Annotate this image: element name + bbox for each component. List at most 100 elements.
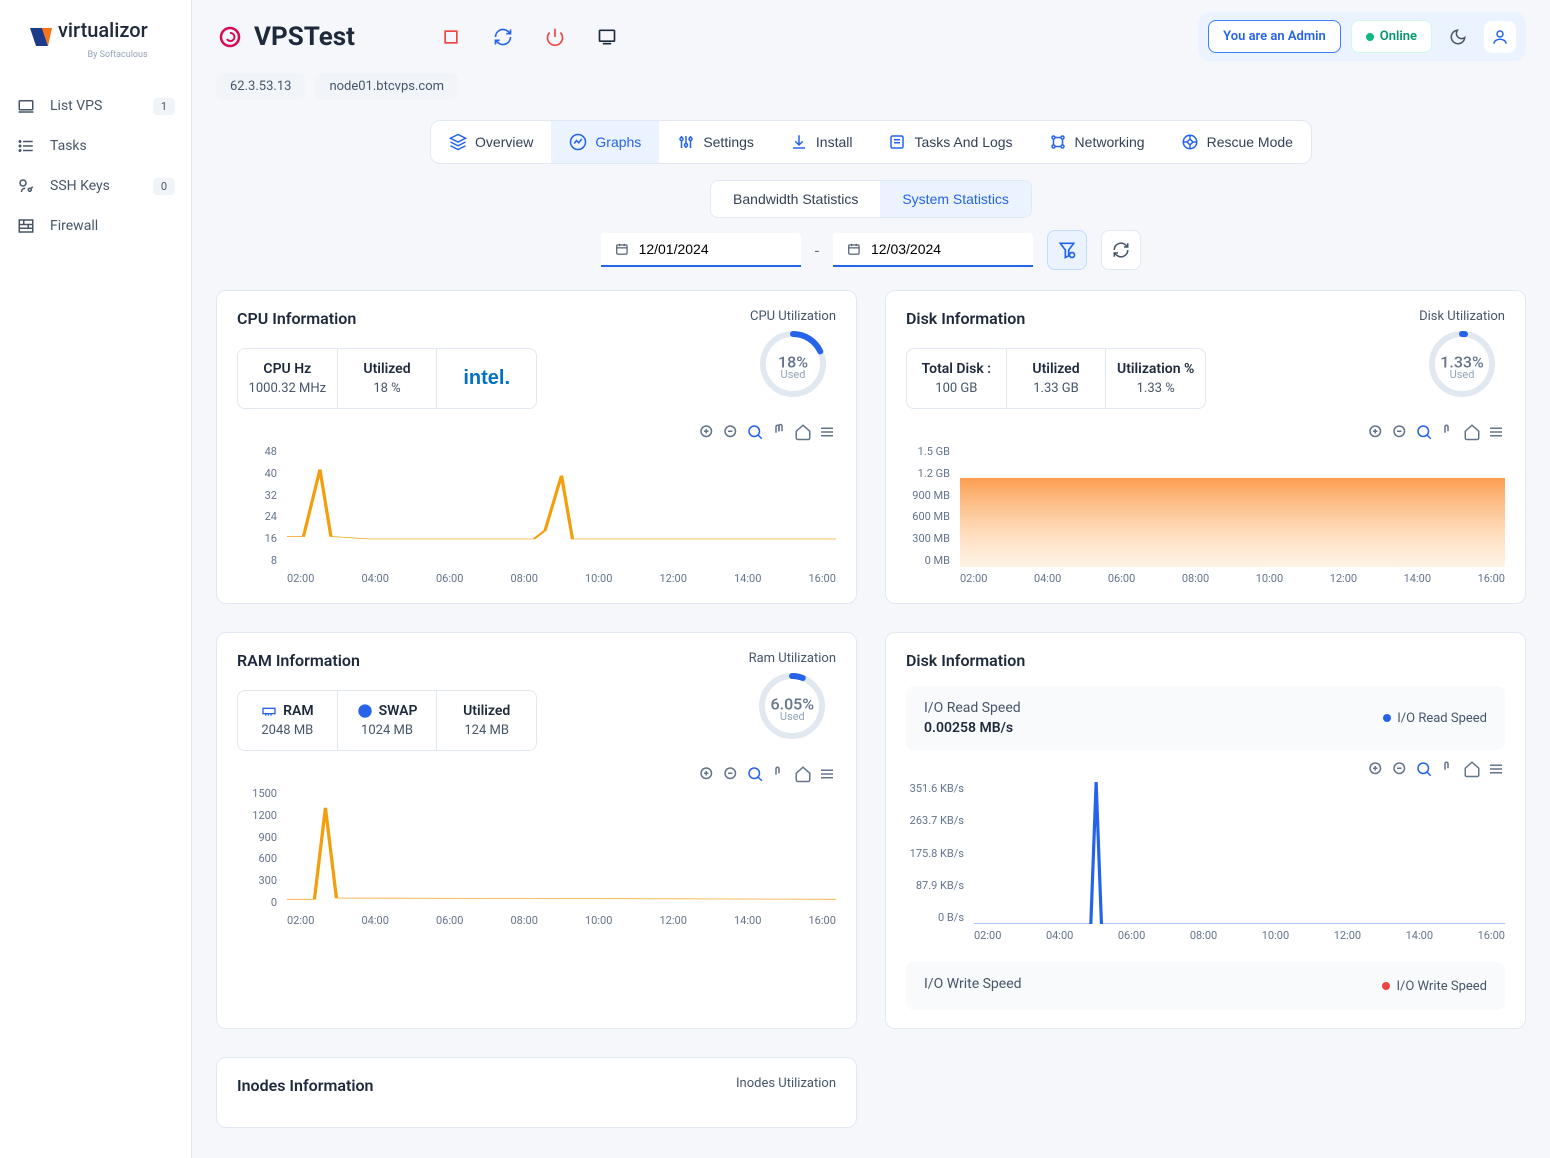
ram-chart: 150012009006003000 02:0004:0006:0008:001… (237, 787, 836, 927)
theme-toggle[interactable] (1442, 21, 1474, 53)
home-icon[interactable] (1463, 423, 1481, 441)
home-icon[interactable] (794, 765, 812, 783)
subtab-bandwidth[interactable]: Bandwidth Statistics (711, 181, 880, 217)
sidebar-item-ssh-keys[interactable]: SSH Keys 0 (0, 166, 191, 206)
disk-title: Disk Information (906, 309, 1206, 328)
zoom-icon[interactable] (746, 765, 764, 783)
card-inodes: Inodes Information Inodes Utilization (216, 1057, 857, 1128)
ram-title: RAM Information (237, 651, 537, 670)
nav-badge: 0 (153, 178, 175, 195)
crumb-ip[interactable]: 62.3.53.13 (216, 73, 305, 100)
card-disk: Disk Information Total Disk :100 GB Util… (885, 290, 1526, 604)
io-read-val: 0.00258 MB/s (924, 720, 1021, 736)
tab-tasks-logs[interactable]: Tasks And Logs (870, 121, 1030, 163)
date-from-field[interactable] (601, 233, 801, 267)
zoom-icon[interactable] (1415, 760, 1433, 778)
card-io: Disk Information I/O Read Speed 0.00258 … (885, 632, 1526, 1029)
nav: List VPS 1 Tasks SSH Keys 0 Firewall (0, 78, 191, 254)
online-text: Online (1380, 29, 1417, 44)
zoom-in-icon[interactable] (1367, 423, 1385, 441)
zoom-icon[interactable] (746, 423, 764, 441)
sidebar-item-firewall[interactable]: Firewall (0, 206, 191, 246)
pan-icon[interactable] (1439, 760, 1457, 778)
chart-tools (237, 423, 836, 441)
zoom-in-icon[interactable] (1367, 760, 1385, 778)
date-row: - (192, 230, 1550, 290)
zoom-out-icon[interactable] (1391, 760, 1409, 778)
card-cpu: CPU Information CPU Hz1000.32 MHz Utiliz… (216, 290, 857, 604)
admin-badge[interactable]: You are an Admin (1208, 20, 1341, 53)
nav-badge: 1 (153, 98, 175, 115)
menu-icon[interactable] (818, 765, 836, 783)
date-to-field[interactable] (833, 233, 1033, 267)
io-read-legend: I/O Read Speed (1383, 711, 1487, 726)
zoom-out-icon[interactable] (1391, 423, 1409, 441)
sidebar-item-tasks[interactable]: Tasks (0, 126, 191, 166)
online-dot-icon (1366, 33, 1374, 41)
logo-sub: By Softaculous (58, 50, 148, 60)
menu-icon[interactable] (1487, 760, 1505, 778)
tab-networking[interactable]: Networking (1031, 121, 1163, 163)
restart-button[interactable] (485, 19, 521, 55)
stop-button[interactable] (433, 19, 469, 55)
sidebar: virtualizor By Softaculous List VPS 1 Ta… (0, 0, 192, 1158)
tab-install[interactable]: Install (772, 121, 871, 163)
cpu-title: CPU Information (237, 309, 537, 328)
inodes-title: Inodes Information (237, 1076, 373, 1095)
home-icon[interactable] (794, 423, 812, 441)
io-title: Disk Information (906, 651, 1505, 670)
vps-title: VPSTest (254, 22, 355, 52)
console-button[interactable] (589, 19, 625, 55)
menu-icon[interactable] (1487, 423, 1505, 441)
zoom-out-icon[interactable] (722, 423, 740, 441)
tab-overview[interactable]: Overview (431, 121, 551, 163)
subtab-system[interactable]: System Statistics (880, 181, 1031, 217)
logo: virtualizor By Softaculous (0, 0, 191, 78)
content: CPU Information CPU Hz1000.32 MHz Utiliz… (192, 290, 1550, 1152)
action-icons (433, 19, 625, 55)
cpu-chart: 48403224168 02:0004:0006:0008:0010:0012:… (237, 445, 836, 585)
io-write-head: I/O Write Speed I/O Write Speed (906, 962, 1505, 1010)
chart-tools (237, 765, 836, 783)
zoom-out-icon[interactable] (722, 765, 740, 783)
pan-icon[interactable] (1439, 423, 1457, 441)
date-to-input[interactable] (871, 241, 1019, 257)
refresh-button[interactable] (1101, 230, 1141, 270)
date-dash: - (815, 241, 819, 260)
nav-label: Tasks (50, 138, 87, 154)
disk-gauge-label: Disk Utilization (1419, 309, 1505, 324)
zoom-in-icon[interactable] (698, 765, 716, 783)
power-button[interactable] (537, 19, 573, 55)
swap-icon (357, 703, 373, 719)
filter-button[interactable] (1047, 230, 1087, 270)
sidebar-item-list-vps[interactable]: List VPS 1 (0, 86, 191, 126)
cpu-gauge-label: CPU Utilization (750, 309, 836, 324)
tab-graphs[interactable]: Graphs (551, 121, 659, 163)
topbar-right: You are an Admin Online (1198, 12, 1526, 61)
pan-icon[interactable] (770, 765, 788, 783)
disk-gauge: 1.33% Used (1426, 328, 1498, 400)
subtabs: Bandwidth Statistics System Statistics (192, 180, 1550, 230)
logo-icon (28, 24, 54, 54)
firewall-icon (16, 216, 36, 236)
subtab-group: Bandwidth Statistics System Statistics (710, 180, 1032, 218)
zoom-in-icon[interactable] (698, 423, 716, 441)
breadcrumbs: 62.3.53.13 node01.btcvps.com (192, 73, 1550, 112)
menu-icon[interactable] (818, 423, 836, 441)
tab-settings[interactable]: Settings (659, 121, 772, 163)
pan-icon[interactable] (770, 423, 788, 441)
key-icon (16, 176, 36, 196)
cpu-gauge: 18% Used (757, 328, 829, 400)
user-menu[interactable] (1484, 21, 1516, 53)
chart-tools (906, 423, 1505, 441)
tab-rescue[interactable]: Rescue Mode (1163, 121, 1311, 163)
crumb-node[interactable]: node01.btcvps.com (315, 73, 458, 100)
card-ram: RAM Information RAM 2048 MB SWAP 1024 MB… (216, 632, 857, 1029)
ram-icon (261, 703, 277, 719)
zoom-icon[interactable] (1415, 423, 1433, 441)
date-from-input[interactable] (639, 241, 787, 257)
online-badge: Online (1351, 20, 1432, 53)
home-icon[interactable] (1463, 760, 1481, 778)
tasks-icon (16, 136, 36, 156)
chart-tools (906, 760, 1505, 778)
